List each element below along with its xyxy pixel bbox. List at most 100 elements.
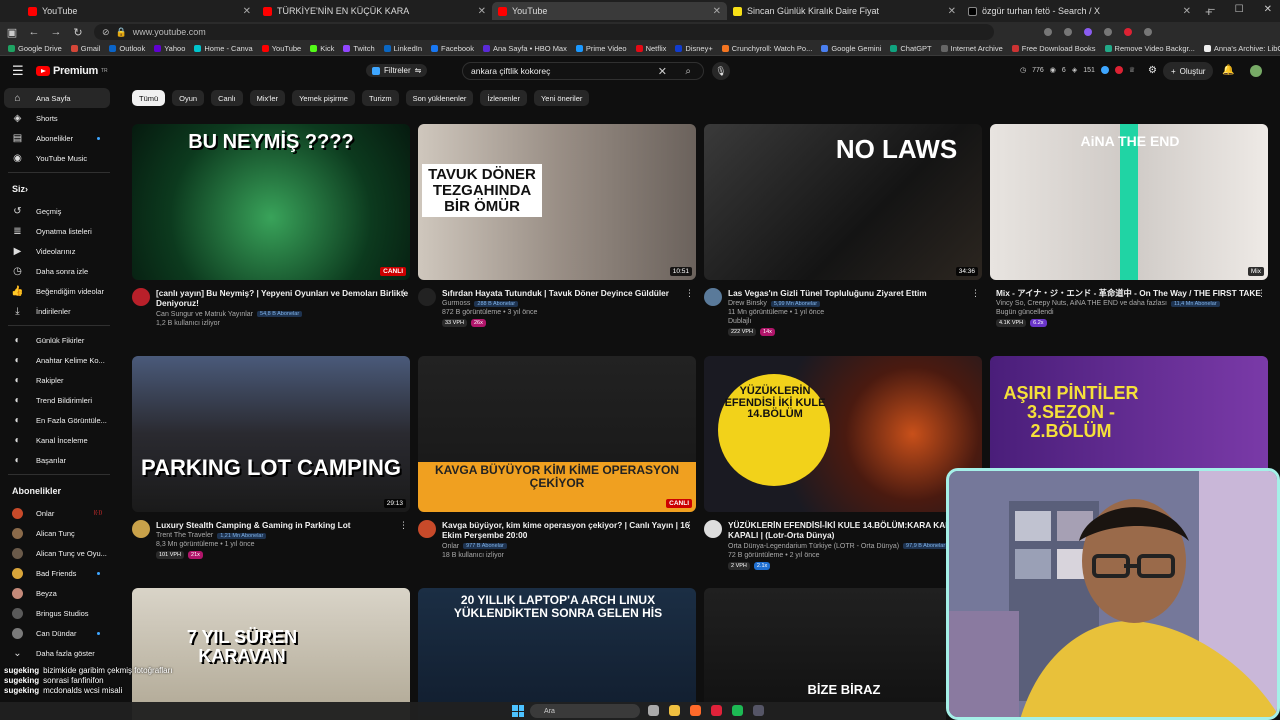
browser-tab[interactable]: Sincan Günlük Kiralık Daire Fiyat ✕ — [727, 2, 962, 20]
notifications-icon[interactable]: 🔔 — [1222, 65, 1234, 76]
video-thumbnail[interactable]: 7 YIL SÜREN KARAVAN — [132, 588, 410, 720]
sidebar-item[interactable]: 👍 Beğendiğim videolar — [0, 281, 110, 301]
maximize-button[interactable]: ☐ — [1235, 4, 1244, 15]
filter-chip[interactable]: Oyun — [172, 90, 205, 106]
bookmark-item[interactable]: Kick — [310, 44, 334, 53]
sidebar-item[interactable]: ≣ Oynatma listeleri — [0, 221, 110, 241]
url-field[interactable]: ⊘ 🔒 www.youtube.com — [94, 24, 994, 40]
channel-name[interactable]: Vincy So, Creepy Nuts, AiNA THE END ve d… — [996, 300, 1167, 307]
video-title[interactable]: Sıfırdan Hayata Tutunduk | Tavuk Döner D… — [442, 288, 696, 298]
bookmark-item[interactable]: Yahoo — [154, 44, 185, 53]
bookmark-item[interactable]: LinkedIn — [383, 44, 422, 53]
video-card[interactable]: BİZE BİRAZ — [704, 588, 982, 720]
channel-name[interactable]: Drew Binsky — [728, 300, 767, 307]
close-window-button[interactable]: ✕ — [1264, 4, 1272, 15]
sidebar-item[interactable]: ◉ YouTube Music — [0, 148, 110, 168]
file-explorer-icon[interactable] — [669, 705, 680, 716]
filter-chip[interactable]: Canlı — [211, 90, 243, 106]
filter-chip[interactable]: İzlenenler — [480, 90, 527, 106]
bookmark-item[interactable]: Ana Sayfa • HBO Max — [482, 44, 567, 53]
account-avatar[interactable] — [1250, 65, 1262, 77]
browser-tab[interactable]: özgür turhan fetö - Search / X ✕ — [962, 2, 1197, 20]
voice-search-icon[interactable]: 🎙 — [712, 62, 730, 80]
search-input[interactable]: ankara çiftlik kokoreç ✕ ⌕ — [462, 62, 704, 80]
channel-name[interactable]: Orta Dünya-Legendarium Türkiye (LOTR - O… — [728, 543, 899, 550]
video-title[interactable]: Las Vegas'ın Gizli Tünel Topluluğunu Ziy… — [728, 288, 982, 298]
more-options-icon[interactable]: ⋮ — [685, 520, 694, 531]
extension-icon[interactable] — [1124, 28, 1132, 36]
bookmark-item[interactable]: Free Download Books — [1011, 44, 1096, 53]
video-thumbnail[interactable]: BİZE BİRAZ — [704, 588, 982, 720]
bookmark-item[interactable]: Internet Archive — [940, 44, 1003, 53]
gear-icon[interactable]: ⚙ — [1148, 65, 1157, 76]
bookmark-item[interactable]: Netflix — [635, 44, 666, 53]
bookmark-item[interactable]: Remove Video Backgr... — [1104, 44, 1195, 53]
show-more-button[interactable]: ⌄ Daha fazla göster — [0, 643, 110, 663]
bookmark-item[interactable]: Prime Video — [575, 44, 627, 53]
filters-button[interactable]: Filtreler ⇋ — [366, 64, 428, 77]
video-thumbnail[interactable]: 20 YILLIK LAPTOP'A ARCH LINUX YÜKLENDİKT… — [418, 588, 696, 720]
video-title[interactable]: Luxury Stealth Camping & Gaming in Parki… — [156, 520, 410, 530]
video-card[interactable]: AiNA THE END Mix Mix - アイナ・ジ・エンド - 革命道中 - … — [990, 124, 1268, 328]
extension-icon[interactable] — [1104, 28, 1112, 36]
sidebar-subscription[interactable]: Alican Tunç ve Oyu... — [0, 543, 110, 563]
filter-chip[interactable]: Tümü — [132, 90, 166, 106]
video-thumbnail[interactable]: AiNA THE END Mix — [990, 124, 1268, 280]
site-info-icon[interactable]: ⊘ — [102, 27, 110, 38]
trophy-icon[interactable]: ♕ — [1129, 66, 1135, 74]
spotify-icon[interactable] — [732, 705, 743, 716]
windows-start-icon[interactable] — [512, 705, 524, 717]
bookmark-item[interactable]: Crunchyroll: Watch Po... — [721, 44, 812, 53]
sidebar-item[interactable]: ◐ Anahtar Kelime Ko... — [0, 350, 110, 370]
video-card[interactable]: YÜZÜKLERİN EFENDİSİ İKİ KULE 14.BÖLÜM YÜZ… — [704, 356, 982, 570]
channel-name[interactable]: Trent The Traveler — [156, 532, 213, 539]
tab-close-icon[interactable]: ✕ — [478, 6, 486, 17]
video-card[interactable]: KAVGA BÜYÜYOR KİM KİME OPERASYON ÇEKİYOR… — [418, 356, 696, 559]
channel-avatar[interactable] — [418, 520, 436, 538]
sidebar-item[interactable]: ◐ Günlük Fikirler — [0, 330, 110, 350]
reload-icon[interactable]: ↻ — [72, 26, 84, 39]
video-thumbnail[interactable]: KAVGA BÜYÜYOR KİM KİME OPERASYON ÇEKİYOR… — [418, 356, 696, 512]
sidebar-item[interactable]: ◐ Trend Bildirimleri — [0, 390, 110, 410]
bookmark-item[interactable]: ChatGPT — [890, 44, 932, 53]
taskbar-search[interactable]: Ara — [530, 704, 640, 718]
bookmark-item[interactable]: Disney+ — [675, 44, 713, 53]
sidebar-subscription[interactable]: Bad Friends — [0, 563, 110, 583]
browser-tab[interactable]: YouTube ✕ — [22, 2, 257, 20]
sidebar-heading-you[interactable]: Siz › — [0, 177, 118, 201]
more-options-icon[interactable]: ⋮ — [399, 288, 408, 299]
video-thumbnail[interactable]: TAVUK DÖNER TEZGAHINDA BİR ÖMÜR 10:51 — [418, 124, 696, 280]
filter-chip[interactable]: Turizm — [361, 90, 399, 106]
bookmark-item[interactable]: Facebook — [431, 44, 474, 53]
hamburger-menu-icon[interactable]: ☰ — [12, 63, 26, 79]
bookmark-item[interactable]: YouTube — [261, 44, 301, 53]
bookmark-item[interactable]: Outlook — [109, 44, 145, 53]
sidebar-item[interactable]: ◈ Shorts — [0, 108, 110, 128]
channel-name[interactable]: Gurmoss — [442, 300, 470, 307]
extension-icon[interactable] — [1084, 28, 1092, 36]
extension-badge-icon[interactable] — [1100, 66, 1109, 74]
vivaldi-icon[interactable] — [711, 705, 722, 716]
bookmark-item[interactable]: Home - Canva — [194, 44, 253, 53]
sidebar-item[interactable]: ◐ Rakipler — [0, 370, 110, 390]
bookmark-item[interactable]: Google Drive — [8, 44, 62, 53]
search-icon[interactable]: ⌕ — [685, 66, 691, 77]
channel-avatar[interactable] — [132, 288, 150, 306]
filter-chip[interactable]: Yeni öneriler — [533, 90, 590, 106]
tab-close-icon[interactable]: ✕ — [243, 6, 251, 17]
sidebar-item[interactable]: ↺ Geçmiş — [0, 201, 110, 221]
extension-badge-icon[interactable] — [1114, 66, 1123, 74]
video-thumbnail[interactable]: BU NEYMİŞ ???? CANLI — [132, 124, 410, 280]
channel-avatar[interactable] — [132, 520, 150, 538]
more-options-icon[interactable]: ⋮ — [1257, 288, 1266, 299]
sidebar-subscription[interactable]: Alican Tunç — [0, 523, 110, 543]
extension-icon[interactable] — [1064, 28, 1072, 36]
filter-chip[interactable]: Mix'ler — [249, 90, 286, 106]
sidebar-subscription[interactable]: Beyza — [0, 583, 110, 603]
video-title[interactable]: Mix - アイナ・ジ・エンド - 革命道中 - On The Way / TH… — [996, 288, 1268, 298]
video-title[interactable]: Kavga büyüyor, kim kime operasyon çekiyo… — [442, 520, 696, 541]
extension-icon[interactable] — [1044, 28, 1052, 36]
firefox-icon[interactable] — [690, 705, 701, 716]
channel-name[interactable]: Can Sungur ve Matruk Yayınlar — [156, 311, 253, 318]
video-thumbnail[interactable]: YÜZÜKLERİN EFENDİSİ İKİ KULE 14.BÖLÜM — [704, 356, 982, 512]
